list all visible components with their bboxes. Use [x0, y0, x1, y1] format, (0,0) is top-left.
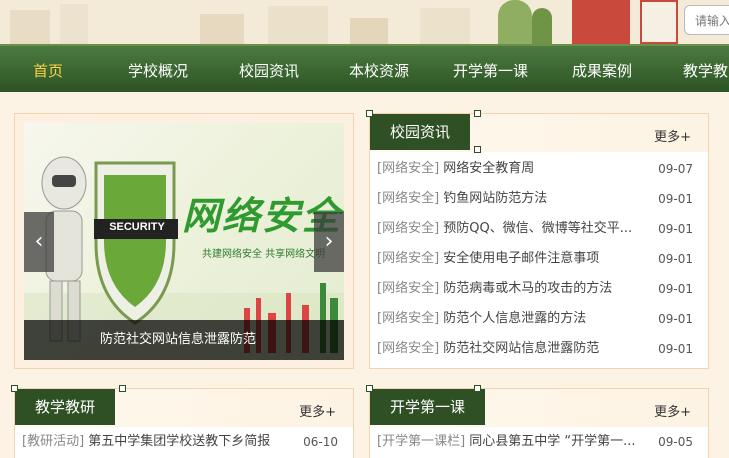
news-date: 06-10 — [303, 435, 338, 449]
news-date: 09-01 — [658, 252, 693, 266]
panel-title: 教学教研 — [15, 389, 116, 425]
news-date: 09-01 — [658, 192, 693, 206]
tab-corner — [11, 385, 18, 392]
news-title: 防范社交网站信息泄露防范 — [443, 341, 600, 356]
news-category: [网络安全] — [377, 311, 440, 326]
news-title: 同心县第五中学 “开学第一... — [469, 434, 636, 449]
header-house — [572, 0, 630, 44]
news-category: [网络安全] — [377, 161, 440, 176]
news-date: 09-01 — [658, 342, 693, 356]
header-building — [420, 8, 470, 44]
news-date: 09-01 — [658, 222, 693, 236]
nav-item-home[interactable]: 首页 — [33, 60, 63, 81]
main-nav: 首页 学校概况 校园资讯 本校资源 开学第一课 成果案例 教学教 — [0, 44, 729, 92]
nav-item-first-class[interactable]: 开学第一课 — [453, 60, 528, 81]
news-item[interactable]: [网络安全] 安全使用电子邮件注意事项 09-01 — [377, 244, 703, 274]
slide-image[interactable]: SECURITY 网络安全 共建网络安全 共享网络文明 防范社交网站信息泄露防范 — [24, 123, 344, 360]
more-link[interactable]: 更多+ — [654, 126, 691, 145]
nav-item-achievements[interactable]: 成果案例 — [572, 60, 632, 81]
news-item[interactable]: [开学第一课栏] 同心县第五中学 “开学第一... 09-05 — [377, 427, 703, 457]
nav-item-school-overview[interactable]: 学校概况 — [128, 60, 188, 81]
header-house — [640, 0, 678, 44]
more-link[interactable]: 更多+ — [299, 401, 336, 420]
tab-corner — [366, 110, 373, 117]
news-item[interactable]: [教研活动] 第五中学集团学校送教下乡简报 06-10 — [22, 427, 348, 457]
tab-corner — [119, 385, 126, 392]
news-title: 网络安全教育周 — [443, 161, 535, 176]
news-category: [教研活动] — [22, 434, 85, 449]
news-title: 第五中学集团学校送教下乡简报 — [88, 434, 271, 449]
news-category: [网络安全] — [377, 341, 440, 356]
first-class-panel: 开学第一课 更多+ [开学第一课栏] 同心县第五中学 “开学第一... 09-05 — [366, 385, 709, 458]
news-title: 防范病毒或木马的攻击的方法 — [443, 281, 613, 296]
panel-title: 校园资讯 — [370, 114, 471, 150]
news-item[interactable]: [网络安全] 防范病毒或木马的攻击的方法 09-01 — [377, 274, 703, 304]
news-item[interactable]: [网络安全] 防范社交网站信息泄露防范 09-01 — [377, 334, 703, 364]
more-link[interactable]: 更多+ — [654, 401, 691, 420]
header-building — [350, 18, 388, 44]
research-panel: 教学教研 更多+ [教研活动] 第五中学集团学校送教下乡简报 06-10 — [11, 385, 354, 458]
news-date: 09-01 — [658, 282, 693, 296]
slider-next-button[interactable]: › — [314, 212, 344, 272]
header-building — [60, 4, 88, 44]
news-item[interactable]: [网络安全] 网络安全教育周 09-07 — [377, 154, 703, 184]
news-item[interactable]: [网络安全] 防范个人信息泄露的方法 09-01 — [377, 304, 703, 334]
news-title: 安全使用电子邮件注意事项 — [443, 251, 600, 266]
tab-corner — [474, 385, 481, 392]
nav-item-campus-news[interactable]: 校园资讯 — [239, 60, 299, 81]
image-slider: SECURITY 网络安全 共建网络安全 共享网络文明 防范社交网站信息泄露防范… — [14, 113, 354, 369]
banner-subtitle: 共建网络安全 共享网络文明 — [202, 249, 326, 260]
header-tree — [498, 0, 532, 44]
news-date: 09-01 — [658, 312, 693, 326]
tab-corner — [366, 385, 373, 392]
news-category: [网络安全] — [377, 251, 440, 266]
header-building — [10, 10, 50, 44]
slide-caption[interactable]: 防范社交网站信息泄露防范 — [24, 320, 344, 360]
news-date: 09-07 — [658, 162, 693, 176]
news-title: 防范个人信息泄露的方法 — [443, 311, 587, 326]
tab-corner — [474, 146, 481, 153]
site-header: 请输入 — [0, 0, 729, 44]
news-category: [开学第一课栏] — [377, 434, 466, 449]
news-title: 钓鱼网站防范方法 — [443, 191, 548, 206]
panel-title: 开学第一课 — [370, 389, 486, 425]
nav-item-school-resources[interactable]: 本校资源 — [349, 60, 409, 81]
news-category: [网络安全] — [377, 281, 440, 296]
tab-corner — [474, 110, 481, 117]
slider-prev-button[interactable]: ‹ — [24, 212, 54, 272]
search-input[interactable]: 请输入 — [684, 5, 729, 35]
news-title: 预防QQ、微信、微博等社交平... — [443, 221, 633, 236]
shield-label: SECURITY — [109, 221, 165, 233]
news-category: [网络安全] — [377, 191, 440, 206]
nav-item-teaching[interactable]: 教学教 — [683, 60, 728, 81]
news-category: [网络安全] — [377, 221, 440, 236]
news-item[interactable]: [网络安全] 预防QQ、微信、微博等社交平... 09-01 — [377, 214, 703, 244]
header-building — [268, 6, 328, 44]
news-date: 09-05 — [658, 435, 693, 449]
header-tree — [532, 8, 552, 44]
header-building — [200, 14, 244, 44]
campus-news-panel: 校园资讯 更多+ [网络安全] 网络安全教育周 09-07 [网络安全] 钓鱼网站… — [366, 110, 709, 369]
news-item[interactable]: [网络安全] 钓鱼网站防范方法 09-01 — [377, 184, 703, 214]
